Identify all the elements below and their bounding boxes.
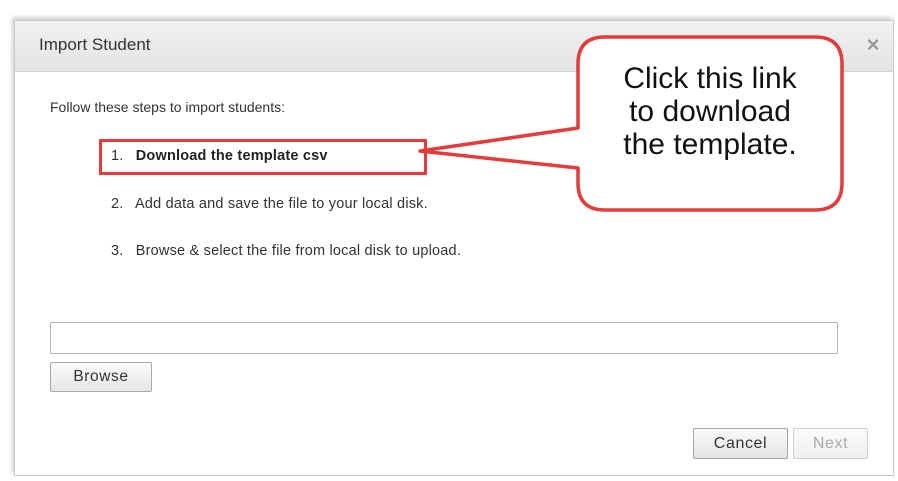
link-highlight-box: [99, 139, 427, 175]
instructions-text: Follow these steps to import students:: [50, 99, 285, 115]
step-number: 3.: [111, 243, 124, 259]
step-number: 2.: [111, 196, 124, 212]
close-icon[interactable]: ×: [861, 31, 885, 59]
step-text: Add data and save the file to your local…: [134, 196, 428, 212]
file-path-input[interactable]: [50, 322, 838, 354]
cancel-button[interactable]: Cancel: [693, 428, 788, 459]
step-text: Browse & select the file from local disk…: [135, 243, 462, 259]
callout-line: the template.: [623, 128, 797, 161]
next-button[interactable]: Next: [793, 428, 868, 459]
step-2: 2. Add data and save the file to your lo…: [111, 196, 428, 212]
step-3: 3. Browse & select the file from local d…: [111, 243, 461, 259]
dialog-title: Import Student: [39, 35, 151, 54]
callout-text: Click this link to download the template…: [580, 62, 840, 161]
callout-line: Click this link: [623, 62, 797, 95]
browse-button[interactable]: Browse: [50, 362, 152, 392]
callout-line: to download: [629, 95, 791, 128]
